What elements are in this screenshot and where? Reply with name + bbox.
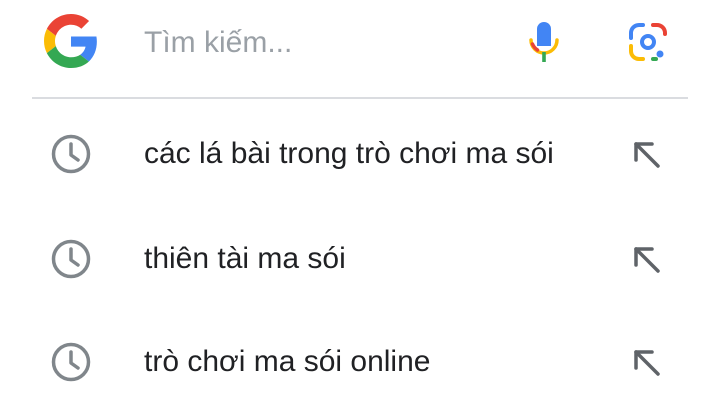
suggestion-item[interactable]: trò chơi ma sói online [0, 310, 720, 413]
fill-query-arrow-icon[interactable] [628, 136, 664, 172]
mic-icon[interactable] [527, 20, 561, 64]
camera-lens-icon[interactable] [628, 22, 668, 62]
suggestion-list: các lá bài trong trò chơi ma sói thiên t… [0, 102, 720, 413]
history-icon [51, 239, 91, 279]
suggestion-text: các lá bài trong trò chơi ma sói [144, 137, 554, 170]
divider [32, 97, 688, 99]
history-icon [51, 134, 91, 174]
search-input[interactable] [144, 22, 494, 64]
google-g-icon [44, 14, 97, 68]
history-icon [51, 342, 91, 382]
fill-query-arrow-icon[interactable] [628, 344, 664, 380]
suggestion-item[interactable]: các lá bài trong trò chơi ma sói [0, 102, 720, 207]
suggestion-text: thiên tài ma sói [144, 242, 346, 275]
suggestion-text: trò chơi ma sói online [144, 345, 431, 378]
search-bar [0, 0, 720, 86]
suggestion-item[interactable]: thiên tài ma sói [0, 207, 720, 310]
fill-query-arrow-icon[interactable] [628, 241, 664, 277]
